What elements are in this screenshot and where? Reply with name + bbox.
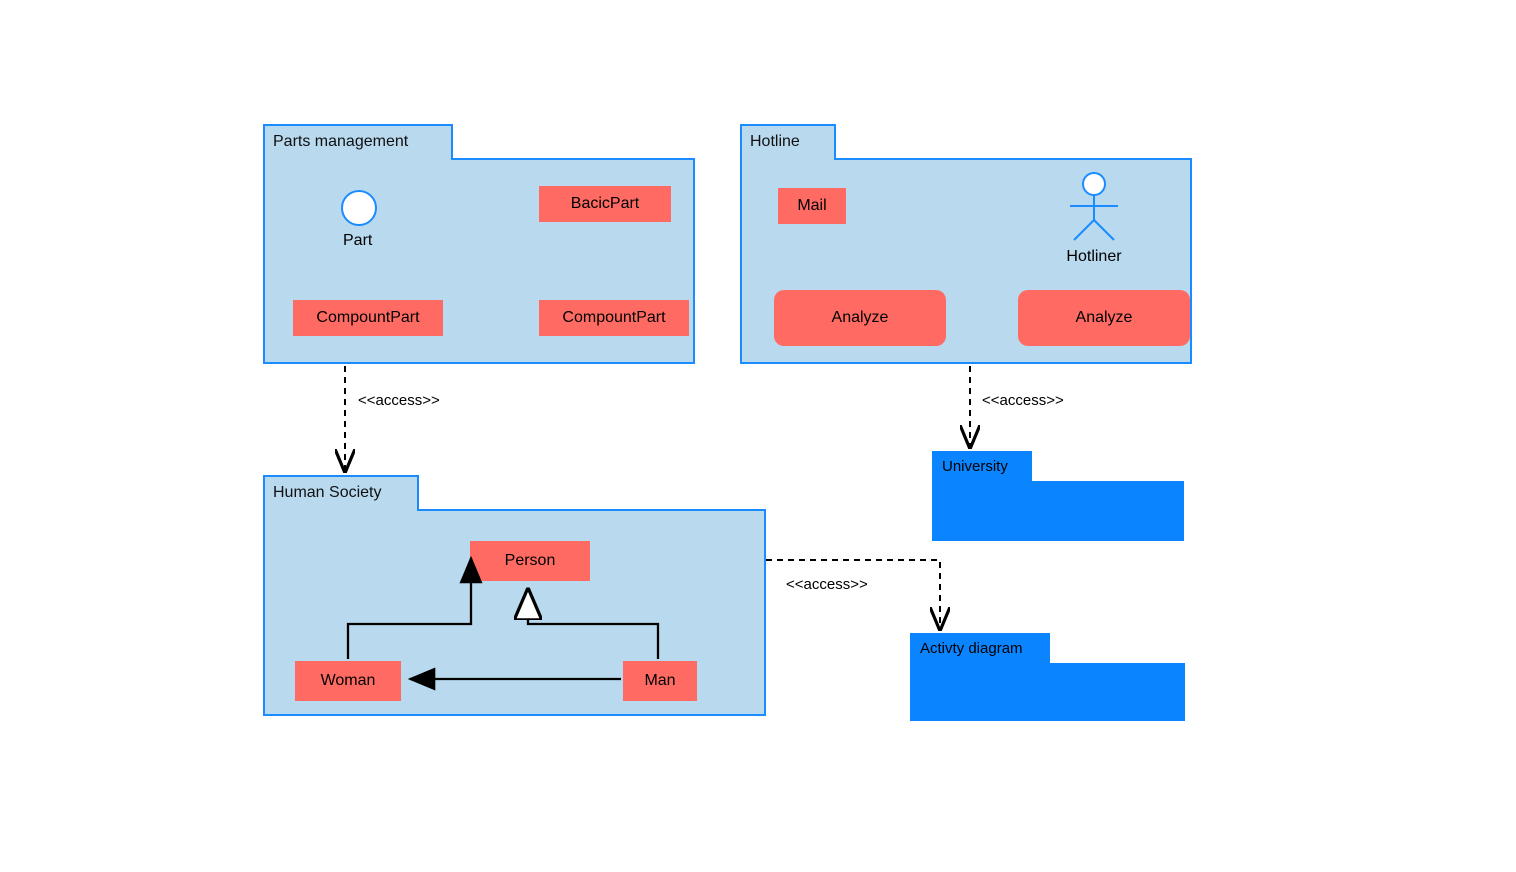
basic-part-box: BacicPart bbox=[539, 186, 671, 222]
package-tab-human-society: Human Society bbox=[263, 475, 419, 511]
package-tab-parts-management: Parts management bbox=[263, 124, 453, 160]
woman-box: Woman bbox=[295, 661, 401, 701]
package-parts-management-title: Parts management bbox=[273, 133, 408, 150]
man-box: Man bbox=[623, 661, 697, 701]
package-parts-management: Parts management Part BacicPart Compount… bbox=[263, 158, 695, 364]
package-tab-activity: Activty diagram bbox=[910, 633, 1050, 665]
basic-part-label: BacicPart bbox=[571, 195, 639, 213]
actor-head-icon bbox=[1082, 172, 1106, 196]
mail-box: Mail bbox=[778, 188, 846, 224]
man-label: Man bbox=[644, 672, 675, 690]
package-tab-hotline: Hotline bbox=[740, 124, 836, 160]
package-tab-university: University bbox=[932, 451, 1032, 483]
package-activity: Activty diagram bbox=[910, 663, 1185, 721]
compount-part-box-2: CompountPart bbox=[539, 300, 689, 336]
package-hotline: Hotline Mail Hotliner Analyze Analyze bbox=[740, 158, 1192, 364]
package-university: University bbox=[932, 481, 1184, 541]
package-hotline-title: Hotline bbox=[750, 133, 800, 150]
conn-label-access-2: <<access>> bbox=[982, 392, 1064, 409]
conn-human-to-activity bbox=[766, 560, 940, 629]
compount-part-label-1: CompountPart bbox=[316, 309, 419, 327]
analyze-box-1: Analyze bbox=[774, 290, 946, 346]
person-box: Person bbox=[470, 541, 590, 581]
part-interface-icon bbox=[341, 190, 377, 226]
woman-label: Woman bbox=[321, 672, 376, 690]
mail-label: Mail bbox=[797, 197, 826, 215]
actor-label: Hotliner bbox=[1054, 248, 1134, 266]
compount-part-box-1: CompountPart bbox=[293, 300, 443, 336]
person-label: Person bbox=[505, 552, 556, 570]
package-human-society: Human Society Person Woman Man bbox=[263, 509, 766, 716]
part-label: Part bbox=[343, 232, 372, 250]
conn-label-access-1: <<access>> bbox=[358, 392, 440, 409]
package-university-title: University bbox=[942, 458, 1008, 475]
diagram-canvas: Parts management Part BacicPart Compount… bbox=[0, 0, 1516, 872]
compount-part-label-2: CompountPart bbox=[562, 309, 665, 327]
analyze-label-2: Analyze bbox=[1076, 309, 1133, 327]
conn-label-access-3: <<access>> bbox=[786, 576, 868, 593]
analyze-label-1: Analyze bbox=[832, 309, 889, 327]
analyze-box-2: Analyze bbox=[1018, 290, 1190, 346]
actor-body-icon bbox=[1062, 196, 1126, 244]
package-activity-title: Activty diagram bbox=[920, 640, 1023, 657]
package-human-society-title: Human Society bbox=[273, 484, 382, 501]
